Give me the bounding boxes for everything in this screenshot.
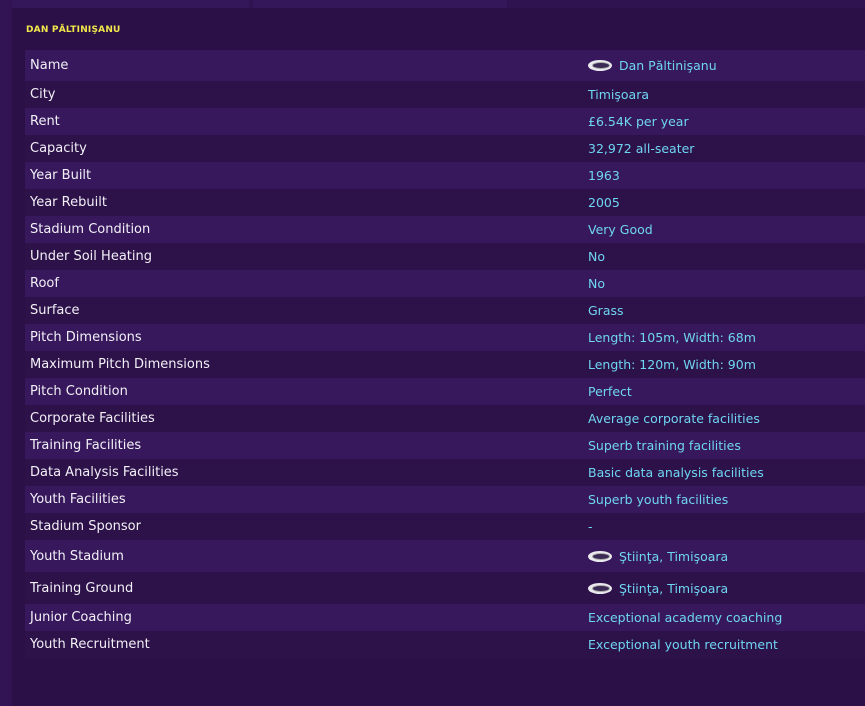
row-value: Length: 120m, Width: 90m xyxy=(588,357,756,372)
row-label: Year Built xyxy=(30,168,92,183)
row-value-text: Average corporate facilities xyxy=(588,411,760,426)
row-label: Surface xyxy=(30,303,80,318)
row-value-text: Basic data analysis facilities xyxy=(588,465,764,480)
row-value: Length: 105m, Width: 68m xyxy=(588,330,756,345)
row-value: - xyxy=(588,519,593,534)
top-bar-segment xyxy=(253,0,507,8)
row-value: Average corporate facilities xyxy=(588,411,760,426)
row-label: Youth Recruitment xyxy=(30,637,150,652)
row-value: No xyxy=(588,249,605,264)
row-value-text: Length: 105m, Width: 68m xyxy=(588,330,756,345)
table-row: Year Built 1963 xyxy=(25,162,865,189)
row-value-text: No xyxy=(588,249,605,264)
row-value: No xyxy=(588,276,605,291)
table-row: Surface Grass xyxy=(25,297,865,324)
table-row: Rent £6.54K per year xyxy=(25,108,865,135)
row-label: Youth Facilities xyxy=(30,492,126,507)
row-value: Perfect xyxy=(588,384,632,399)
table-row: City Timişoara xyxy=(25,81,865,108)
table-row: Stadium Condition Very Good xyxy=(25,216,865,243)
row-value[interactable]: Ştiinţa, Timişoara xyxy=(588,549,728,564)
row-value: Exceptional academy coaching xyxy=(588,610,782,625)
row-label: Pitch Condition xyxy=(30,384,128,399)
row-value[interactable]: Dan Păltinişanu xyxy=(588,58,717,73)
row-label: Rent xyxy=(30,114,60,129)
table-row: Capacity 32,972 all-seater xyxy=(25,135,865,162)
row-label: Under Soil Heating xyxy=(30,249,152,264)
row-label: City xyxy=(30,87,56,102)
stadium-icon xyxy=(588,550,612,562)
table-row: Corporate Facilities Average corporate fa… xyxy=(25,405,865,432)
row-value-text: Very Good xyxy=(588,222,653,237)
stadium-icon xyxy=(588,60,612,71)
row-value-text[interactable]: Dan Păltinişanu xyxy=(619,58,717,73)
row-label: Stadium Sponsor xyxy=(30,519,141,534)
row-value-text: Exceptional youth recruitment xyxy=(588,637,778,652)
table-row: Name Dan Păltinişanu xyxy=(25,50,865,81)
row-label: Corporate Facilities xyxy=(30,411,155,426)
table-row: Junior Coaching Exceptional academy coach… xyxy=(25,604,865,631)
row-label: Training Ground xyxy=(30,580,134,596)
table-row: Youth Stadium Ştiinţa, Timişoara xyxy=(25,540,865,572)
row-value-text: - xyxy=(588,519,593,534)
table-row: Training Ground Ştiinţa, Timişoara xyxy=(25,572,865,604)
stadium-icon xyxy=(588,582,612,594)
row-value-text: £6.54K per year xyxy=(588,114,689,129)
table-row: Pitch Dimensions Length: 105m, Width: 68m xyxy=(25,324,865,351)
row-value-text: 2005 xyxy=(588,195,620,210)
table-row: Maximum Pitch Dimensions Length: 120m, Wi… xyxy=(25,351,865,378)
row-value: Grass xyxy=(588,303,624,318)
row-value: Basic data analysis facilities xyxy=(588,465,764,480)
row-value: 1963 xyxy=(588,168,620,183)
row-label: Name xyxy=(30,58,69,73)
row-value: Superb training facilities xyxy=(588,438,741,453)
row-label: Roof xyxy=(30,276,59,291)
row-value: 32,972 all-seater xyxy=(588,141,694,156)
table-row: Stadium Sponsor - xyxy=(25,513,865,540)
table-row: Under Soil Heating No xyxy=(25,243,865,270)
row-label: Data Analysis Facilities xyxy=(30,465,179,480)
row-value: Exceptional youth recruitment xyxy=(588,637,778,652)
row-value-text[interactable]: Timişoara xyxy=(588,87,649,102)
row-value-text: Superb training facilities xyxy=(588,438,741,453)
table-row: Year Rebuilt 2005 xyxy=(25,189,865,216)
table-row: Pitch Condition Perfect xyxy=(25,378,865,405)
section-title: DAN PĂLTINIŞANU xyxy=(26,25,121,35)
table-row: Roof No xyxy=(25,270,865,297)
details-table: Name Dan Păltinişanu City Timişoara Rent £6.5… xyxy=(25,50,865,658)
row-label: Capacity xyxy=(30,141,87,156)
table-row: Youth Recruitment Exceptional youth recru… xyxy=(25,631,865,658)
table-row: Data Analysis Facilities Basic data analy… xyxy=(25,459,865,486)
row-value: Very Good xyxy=(588,222,653,237)
row-value[interactable]: Ştiinţa, Timişoara xyxy=(588,581,728,596)
row-value-text: Superb youth facilities xyxy=(588,492,729,507)
row-label: Youth Stadium xyxy=(30,548,124,564)
row-value-text: Length: 120m, Width: 90m xyxy=(588,357,756,372)
row-label: Training Facilities xyxy=(30,438,142,453)
row-value: 2005 xyxy=(588,195,620,210)
row-label: Junior Coaching xyxy=(30,610,132,625)
row-value-text: Exceptional academy coaching xyxy=(588,610,783,625)
row-value-text[interactable]: Ştiinţa, Timişoara xyxy=(619,549,728,564)
row-value[interactable]: Timişoara xyxy=(588,87,649,102)
row-label: Maximum Pitch Dimensions xyxy=(30,357,210,372)
row-label: Pitch Dimensions xyxy=(30,330,142,345)
top-bar-segment xyxy=(12,0,249,8)
row-label: Year Rebuilt xyxy=(30,195,107,210)
left-edge-strip xyxy=(0,0,12,706)
table-row: Youth Facilities Superb youth facilities xyxy=(25,486,865,513)
row-value-text[interactable]: Ştiinţa, Timişoara xyxy=(619,581,728,596)
row-value-text: No xyxy=(588,276,605,291)
row-label: Stadium Condition xyxy=(30,222,151,237)
top-panel-bar xyxy=(12,0,865,8)
row-value-text: 32,972 all-seater xyxy=(588,141,695,156)
row-value-text: Perfect xyxy=(588,384,632,399)
row-value-text: Grass xyxy=(588,303,624,318)
row-value: Superb youth facilities xyxy=(588,492,728,507)
row-value-text: 1963 xyxy=(588,168,620,183)
table-row: Training Facilities Superb training facil… xyxy=(25,432,865,459)
row-value: £6.54K per year xyxy=(588,114,689,129)
